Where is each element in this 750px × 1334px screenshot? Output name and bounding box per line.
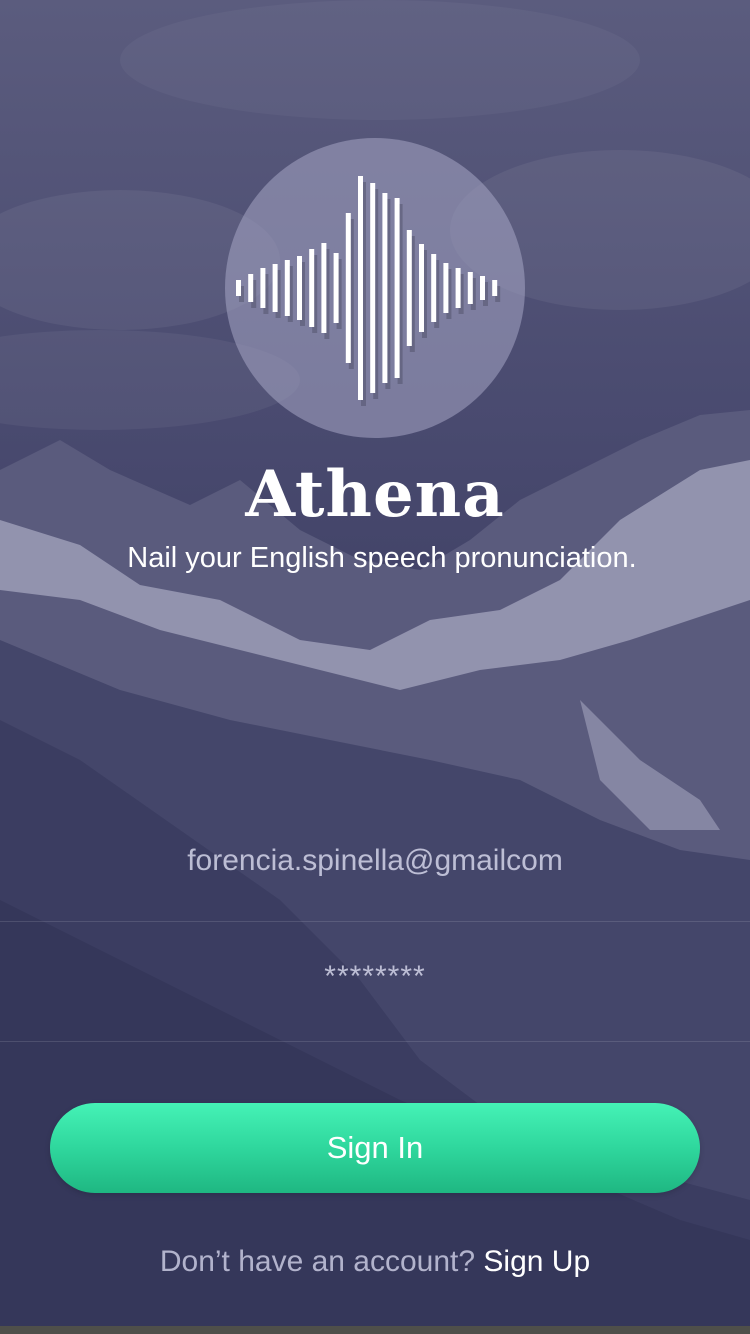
app-title: Athena — [245, 457, 505, 532]
login-screen: Athena Nail your English speech pronunci… — [0, 0, 750, 1334]
signup-prompt: Don’t have an account? — [159, 1245, 476, 1278]
password-field[interactable]: ******** — [0, 922, 750, 1042]
bottom-strip — [0, 1326, 750, 1334]
email-field[interactable]: forencia.spinella@gmailcom — [0, 800, 750, 922]
app-tagline: Nail your English speech pronunciation. — [127, 542, 637, 574]
signup-link[interactable]: Sign Up — [483, 1245, 590, 1278]
signup-row: Don’t have an account? Sign Up — [0, 1240, 750, 1284]
email-value: forencia.spinella@gmailcom — [187, 844, 563, 877]
signin-button[interactable]: Sign In — [50, 1103, 700, 1193]
password-value: ******** — [324, 960, 426, 993]
waveform-icon — [236, 176, 501, 406]
